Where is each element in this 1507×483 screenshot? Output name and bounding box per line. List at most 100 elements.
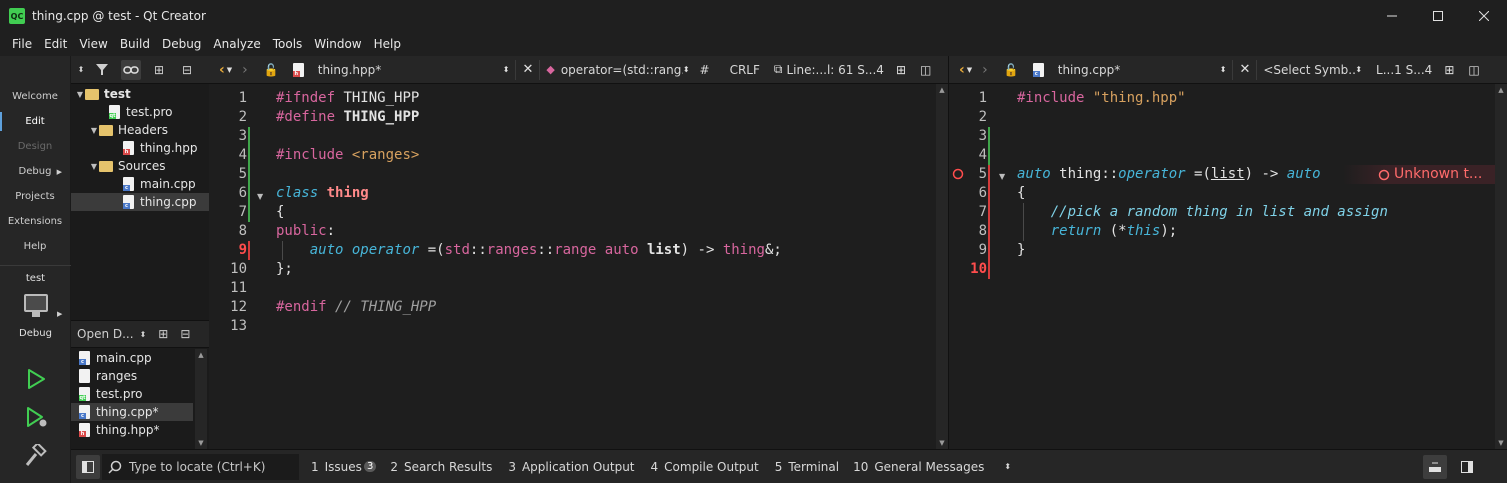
open-doc-test-pro[interactable]: qt test.pro: [71, 385, 193, 403]
mode-projects[interactable]: Projects: [0, 184, 70, 209]
menu-file[interactable]: File: [6, 37, 38, 51]
menu-help[interactable]: Help: [368, 37, 407, 51]
output-pane-compile-output[interactable]: 4 Compile Output: [651, 460, 759, 474]
menu-edit[interactable]: Edit: [38, 37, 73, 51]
link-with-editor-icon[interactable]: [121, 59, 141, 80]
left-editor-eol[interactable]: CRLF: [730, 63, 760, 77]
build-hammer-icon[interactable]: [24, 444, 48, 468]
right-editor-position[interactable]: L...1 S...4: [1376, 63, 1432, 77]
menu-debug[interactable]: Debug: [156, 37, 207, 51]
chevron-updown-icon[interactable]: ⬍: [140, 330, 147, 339]
scroll-down-icon[interactable]: ▼: [1495, 439, 1507, 447]
split-icon[interactable]: ⊞: [149, 60, 169, 80]
go-forward-icon[interactable]: ›: [242, 62, 248, 78]
open-docs-scrollbar[interactable]: ▲ ▼: [195, 349, 207, 449]
tree-item-test-pro[interactable]: qt test.pro: [71, 103, 209, 121]
line-number: 4: [978, 147, 987, 163]
output-pane-general-messages[interactable]: 10 General Messages: [853, 460, 984, 474]
line-number: 6: [238, 185, 247, 201]
go-back-icon[interactable]: ‹: [219, 62, 225, 78]
left-editor-scrollbar[interactable]: ▲ ▼: [936, 84, 948, 449]
chevron-updown-icon[interactable]: ⬍: [77, 60, 85, 80]
split-icon[interactable]: ⊞: [1444, 63, 1454, 77]
toggle-sidebar-icon[interactable]: [76, 454, 100, 479]
code-line-6: class thing: [276, 185, 369, 201]
menu-tools[interactable]: Tools: [267, 37, 309, 51]
tree-item-sources[interactable]: ▼ Sources: [71, 157, 209, 175]
close-document-icon[interactable]: ✕: [1239, 62, 1250, 77]
chevron-updown-icon[interactable]: ⬍: [683, 65, 690, 74]
go-forward-icon[interactable]: ›: [982, 62, 988, 78]
close-document-icon[interactable]: ✕: [522, 62, 533, 77]
scroll-down-icon[interactable]: ▼: [195, 439, 207, 447]
toggle-right-sidebar-icon[interactable]: [1455, 455, 1479, 479]
output-pane-search-results[interactable]: 2 Search Results: [390, 460, 492, 474]
tree-item-thing-hpp[interactable]: h thing.hpp: [71, 139, 209, 157]
dropdown-arrow-icon[interactable]: ▼: [227, 66, 232, 74]
tree-item-main-cpp[interactable]: c main.cpp: [71, 175, 209, 193]
open-doc-thing-hpp[interactable]: h thing.hpp*: [71, 421, 193, 439]
maximize-button[interactable]: [1415, 0, 1461, 32]
chevron-updown-icon[interactable]: ⬍: [1355, 65, 1362, 74]
mode-help[interactable]: Help: [0, 234, 70, 259]
filter-icon[interactable]: [93, 60, 113, 80]
kit-selector-monitor-icon[interactable]: [24, 294, 48, 312]
scroll-down-icon[interactable]: ▼: [936, 439, 948, 447]
menu-analyze[interactable]: Analyze: [207, 37, 266, 51]
chevron-updown-icon[interactable]: ⬍: [1220, 65, 1227, 74]
code-line-9: }: [1017, 242, 1026, 258]
menu-view[interactable]: View: [73, 37, 113, 51]
tree-item-thing-cpp[interactable]: c thing.cpp: [71, 193, 209, 211]
fold-arrow-icon[interactable]: ▼: [999, 172, 1005, 181]
right-editor-file-name[interactable]: thing.cpp*: [1058, 63, 1220, 77]
right-editor-symbol[interactable]: <Select Symb...: [1263, 63, 1355, 77]
tree-item-headers[interactable]: ▼ Headers: [71, 121, 209, 139]
split-icon[interactable]: ⊞: [158, 327, 168, 341]
debug-run-icon[interactable]: [24, 405, 48, 429]
left-editor-hash[interactable]: #: [700, 63, 710, 77]
left-code-editor[interactable]: 1 2 3 4 5 6 7 8 9 10 11 12 13 ▼ #ifndef …: [209, 84, 948, 449]
menu-window[interactable]: Window: [308, 37, 367, 51]
close-split-icon[interactable]: ◫: [1468, 63, 1479, 77]
close-split-icon[interactable]: ◫: [920, 63, 931, 77]
close-button[interactable]: [1461, 0, 1507, 32]
output-pane-issues[interactable]: 1 Issues 3: [311, 460, 377, 474]
dropdown-arrow-icon[interactable]: ▼: [967, 66, 972, 74]
right-code-editor[interactable]: 1 2 3 4 5 6 7 8 9 10 ▼ #include "thing.h…: [949, 84, 1507, 449]
left-editor-symbol[interactable]: operator=(std::rang...: [561, 63, 683, 77]
output-pane-terminal[interactable]: 5 Terminal: [775, 460, 839, 474]
mode-edit[interactable]: Edit: [0, 109, 70, 134]
menu-build[interactable]: Build: [114, 37, 156, 51]
left-editor-file-name[interactable]: thing.hpp*: [318, 63, 503, 77]
open-doc-main-cpp[interactable]: c main.cpp: [71, 349, 193, 367]
error-marker-icon[interactable]: [952, 168, 964, 180]
split-icon[interactable]: ⊞: [896, 63, 906, 77]
scroll-up-icon[interactable]: ▲: [1495, 86, 1507, 94]
run-icon[interactable]: [24, 367, 48, 391]
mode-debug[interactable]: Debug ▶: [0, 159, 70, 184]
locator-input[interactable]: Type to locate (Ctrl+K): [102, 453, 299, 480]
fold-arrow-icon[interactable]: ▼: [257, 192, 263, 201]
minimize-button[interactable]: [1369, 0, 1415, 32]
output-pane-application-output[interactable]: 3 Application Output: [508, 460, 634, 474]
right-editor-scrollbar[interactable]: ▲ ▼: [1495, 84, 1507, 449]
diagnostic-annotation[interactable]: Unknown t...: [1343, 165, 1495, 184]
chevron-updown-icon[interactable]: ⬍: [503, 65, 510, 74]
scroll-up-icon[interactable]: ▲: [936, 86, 948, 94]
cpp-file-icon: c: [123, 195, 134, 209]
left-editor-position[interactable]: Line:...l: 61 S...4: [786, 63, 883, 77]
code-line-12: #endif // THING_HPP: [276, 299, 437, 315]
tree-item-test[interactable]: ▼ test: [71, 85, 209, 103]
open-documents-title[interactable]: Open D...: [77, 327, 134, 341]
mode-design[interactable]: Design: [0, 134, 70, 159]
chevron-updown-icon[interactable]: ⬍: [1004, 462, 1011, 471]
open-doc-thing-cpp[interactable]: c thing.cpp*: [71, 403, 193, 421]
close-panel-icon[interactable]: ⊟: [177, 60, 197, 80]
mode-extensions[interactable]: Extensions: [0, 209, 70, 234]
open-doc-ranges[interactable]: ranges: [71, 367, 193, 385]
progress-details-icon[interactable]: [1423, 454, 1447, 479]
go-back-icon[interactable]: ‹: [959, 62, 965, 78]
mode-welcome[interactable]: Welcome: [0, 84, 70, 109]
scroll-up-icon[interactable]: ▲: [195, 351, 207, 359]
close-panel-icon[interactable]: ⊟: [180, 327, 190, 341]
